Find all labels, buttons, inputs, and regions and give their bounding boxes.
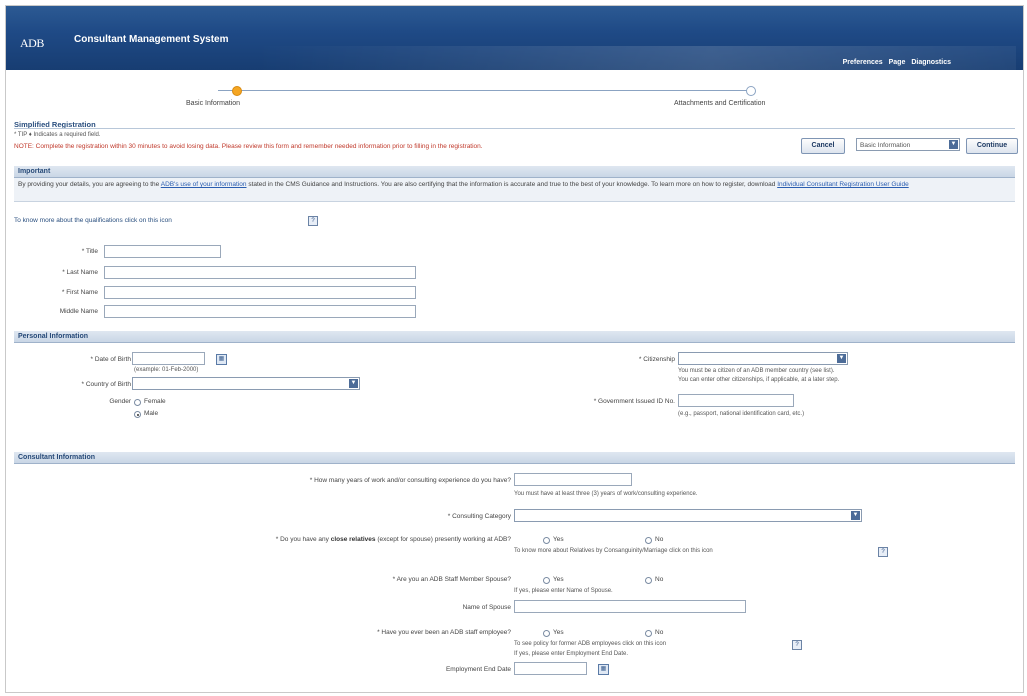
gov-id-hint: (e.g., passport, national identification… [678, 411, 805, 417]
chevron-down-icon: ▼ [949, 140, 958, 149]
spouse-yes-label: Yes [553, 576, 564, 583]
user-guide-link[interactable]: Individual Consultant Registration User … [777, 181, 909, 188]
chevron-down-icon: ▼ [837, 354, 846, 363]
middle-name-input[interactable] [104, 305, 416, 318]
consultant-info-header: Consultant Information [14, 452, 1015, 464]
cancel-button[interactable]: Cancel [801, 138, 845, 154]
spouse-question: * Are you an ADB Staff Member Spouse? [392, 576, 511, 583]
dob-hint: (example: 01-Feb-2000) [134, 367, 199, 373]
former-hint-1: To see policy for former ADB employees c… [514, 641, 667, 647]
important-header: Important [14, 166, 1015, 178]
former-hint-2: If yes, please enter Employment End Date… [514, 651, 629, 657]
continue-button[interactable]: Continue [966, 138, 1018, 154]
relatives-no-label: No [655, 536, 664, 543]
last-name-input[interactable] [104, 266, 416, 279]
former-yes-radio[interactable] [543, 630, 550, 637]
first-name-input[interactable] [104, 286, 416, 299]
relatives-hint: To know more about Relatives by Consangu… [514, 548, 713, 554]
calendar-icon[interactable]: ▦ [216, 354, 227, 365]
gov-id-input[interactable] [678, 394, 794, 407]
chevron-down-icon: ▼ [851, 511, 860, 520]
train-line [218, 90, 753, 91]
years-question: * How many years of work and/or consulti… [309, 477, 511, 484]
relatives-q-post: (except for spouse) presently working at… [375, 536, 511, 543]
years-hint: You must have at least three (3) years o… [514, 491, 698, 497]
important-text-2: stated in the CMS Guidance and Instructi… [246, 181, 778, 188]
app-title: Consultant Management System [74, 34, 229, 45]
citizenship-label: * Citizenship [638, 356, 675, 363]
former-no-radio[interactable] [645, 630, 652, 637]
step-1-label[interactable]: Basic Information [186, 100, 240, 107]
former-policy-info-icon[interactable]: ? [792, 640, 802, 650]
important-text-1: By providing your details, you are agree… [18, 181, 161, 188]
category-label: * Consulting Category [447, 513, 511, 520]
former-no-label: No [655, 629, 664, 636]
step-train: Basic Information Attachments and Certif… [6, 80, 1023, 110]
gender-label: Gender [109, 398, 131, 405]
last-name-label: * Last Name [62, 269, 98, 276]
header-banner: ADB Consultant Management System Prefere… [6, 6, 1023, 70]
relatives-question: * Do you have any close relatives (excep… [276, 536, 511, 543]
years-input[interactable] [514, 473, 632, 486]
country-birth-label: * Country of Birth [81, 381, 132, 388]
relatives-yes-label: Yes [553, 536, 564, 543]
female-radio[interactable] [134, 399, 141, 406]
spouse-name-label: Name of Spouse [462, 604, 511, 611]
step-2-marker [746, 86, 756, 96]
step-2-label[interactable]: Attachments and Certification [674, 100, 765, 107]
adb-info-use-link[interactable]: ADB's use of your information [161, 181, 247, 188]
adb-logo: ADB [20, 36, 44, 50]
spouse-hint: If yes, please enter Name of Spouse. [514, 588, 613, 594]
category-select[interactable]: ▼ [514, 509, 862, 522]
dob-input[interactable] [132, 352, 205, 365]
citizenship-hint-2: You can enter other citizenships, if app… [678, 377, 840, 383]
divider [14, 128, 1015, 129]
male-radio[interactable] [134, 411, 141, 418]
step-select-value: Basic Information [860, 142, 911, 149]
relatives-q-bold: close relatives [330, 536, 376, 543]
male-label: Male [144, 410, 159, 417]
former-staff-question: * Have you ever been an ADB staff employ… [377, 629, 511, 636]
required-note: * TIP ♦ Indicates a required field. [14, 132, 101, 138]
step-1-marker [232, 86, 242, 96]
relatives-yes-radio[interactable] [543, 537, 550, 544]
former-yes-label: Yes [553, 629, 564, 636]
end-date-label: Employment End Date [445, 666, 511, 673]
qualifications-info-icon[interactable]: ? [308, 216, 318, 226]
spouse-no-label: No [655, 576, 664, 583]
global-links: Preferences Page Diagnostics [839, 59, 951, 66]
gov-id-label: * Government Issued ID No. [593, 398, 675, 405]
relatives-q-pre: * Do you have any [275, 536, 331, 543]
end-date-input[interactable] [514, 662, 587, 675]
spouse-no-radio[interactable] [645, 577, 652, 584]
female-label: Female [144, 398, 166, 405]
step-select[interactable]: Basic Information ▼ [856, 138, 960, 151]
middle-name-label: Middle Name [59, 308, 98, 315]
title-label: * Title [81, 248, 98, 255]
title-input[interactable] [104, 245, 221, 258]
completion-note: NOTE: Complete the registration within 3… [14, 143, 483, 150]
preferences-link[interactable]: Preferences [843, 59, 883, 66]
country-birth-select[interactable]: ▼ [132, 377, 360, 390]
citizenship-hint-1: You must be a citizen of an ADB member c… [678, 368, 835, 374]
first-name-label: * First Name [61, 289, 98, 296]
page-link[interactable]: Page [889, 59, 906, 66]
qualifications-text: To know more about the qualifications cl… [14, 217, 172, 224]
calendar-icon[interactable]: ▦ [598, 664, 609, 675]
personal-info-header: Personal Information [14, 331, 1015, 343]
browser-frame: ADB Consultant Management System Prefere… [5, 5, 1024, 693]
relatives-info-icon[interactable]: ? [878, 547, 888, 557]
citizenship-select[interactable]: ▼ [678, 352, 848, 365]
important-info: By providing your details, you are agree… [14, 178, 1015, 202]
relatives-no-radio[interactable] [645, 537, 652, 544]
spouse-yes-radio[interactable] [543, 577, 550, 584]
diagnostics-link[interactable]: Diagnostics [911, 59, 951, 66]
spouse-name-input[interactable] [514, 600, 746, 613]
chevron-down-icon: ▼ [349, 379, 358, 388]
dob-label: * Date of Birth [90, 356, 131, 363]
